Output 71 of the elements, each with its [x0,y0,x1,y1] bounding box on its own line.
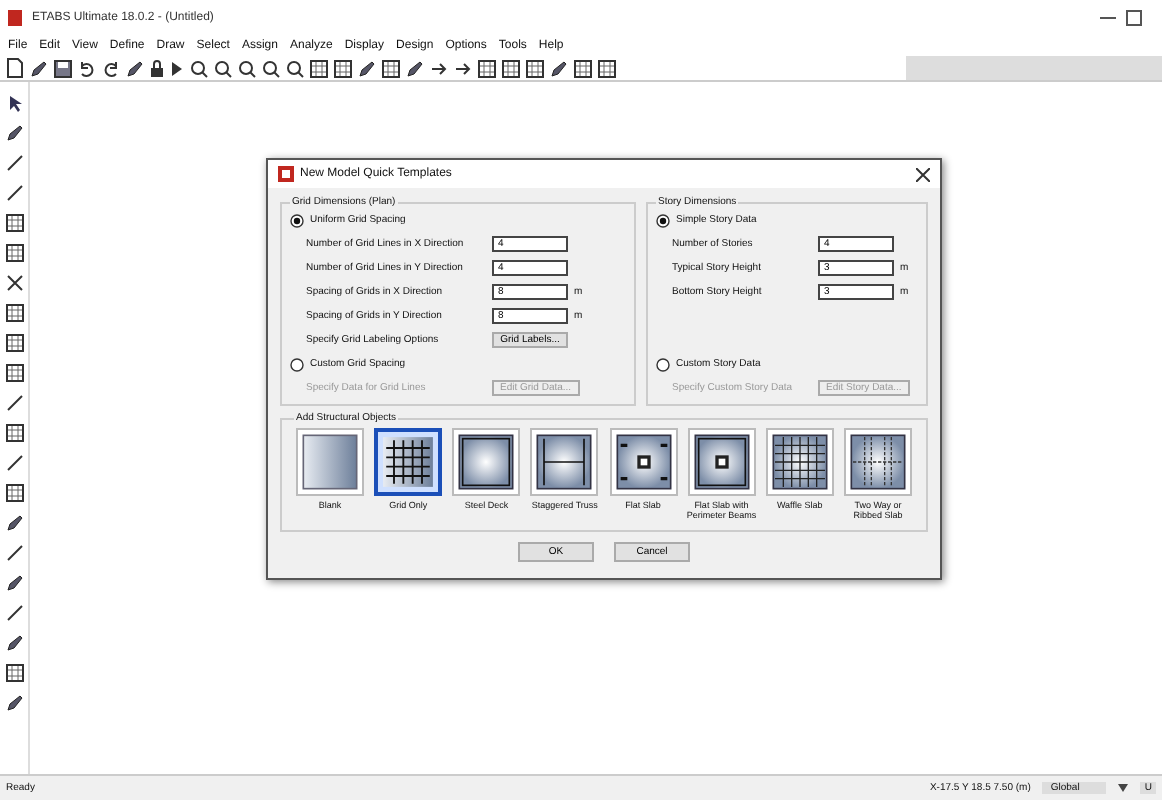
floor-plan-icon [613,432,674,492]
pencil-icon[interactable] [358,59,376,77]
pencil-icon[interactable] [5,634,23,652]
save-icon[interactable] [54,59,72,77]
line-icon[interactable] [5,154,23,172]
close-icon[interactable] [916,167,930,181]
caret-icon[interactable] [1118,784,1129,792]
floor-plan-icon [380,432,437,492]
floor-plan-icon [534,432,595,492]
floor-plan-icon [769,432,830,492]
pencil-icon[interactable] [5,124,23,142]
grid-icon[interactable] [5,214,23,232]
floor-plan-icon [691,432,752,492]
line-icon[interactable] [5,394,23,412]
play-icon[interactable] [170,59,184,77]
grid-icon[interactable] [574,59,592,77]
pencil-icon[interactable] [126,59,144,77]
grid-icon[interactable] [334,59,352,77]
zoom-icon[interactable] [190,59,208,77]
grid-icon[interactable] [478,59,496,77]
redo-icon[interactable] [102,59,120,77]
new-file-icon[interactable] [6,58,24,78]
grid-icon[interactable] [310,59,328,77]
template-button[interactable] [687,428,756,496]
pencil-icon[interactable] [5,694,23,712]
radio-button[interactable] [656,357,670,371]
grid-icon[interactable] [5,424,23,442]
grid-icon[interactable] [5,334,23,352]
radio-button[interactable] [290,357,304,371]
template-button[interactable] [765,428,834,496]
pointer-icon[interactable] [5,94,23,112]
grid-icon[interactable] [598,59,616,77]
pencil-icon[interactable] [550,59,568,77]
app-logo-icon [278,166,294,182]
floor-plan-icon [456,432,517,492]
line-icon[interactable] [5,184,23,202]
zoom-icon[interactable] [214,59,232,77]
template-button[interactable] [374,428,443,496]
zoom-icon[interactable] [262,59,280,77]
radio-button[interactable] [656,213,670,227]
grid-icon[interactable] [5,484,23,502]
pencil-icon[interactable] [5,514,23,532]
pencil-icon[interactable] [5,574,23,592]
arrow-icon[interactable] [454,59,472,77]
line-icon[interactable] [5,544,23,562]
cross-icon[interactable] [5,274,23,292]
zoom-icon[interactable] [238,59,256,77]
template-button[interactable] [609,428,678,496]
template-button[interactable] [452,428,521,496]
line-icon[interactable] [5,454,23,472]
radio-button[interactable] [290,213,304,227]
grid-icon[interactable] [382,59,400,77]
pencil-icon[interactable] [406,59,424,77]
pencil-icon[interactable] [30,59,48,77]
maximize-icon[interactable] [1126,10,1142,26]
grid-icon[interactable] [5,244,23,262]
app-logo-icon [8,10,22,26]
line-icon[interactable] [5,604,23,622]
lock-icon[interactable] [150,59,164,77]
grid-icon[interactable] [502,59,520,77]
grid-icon[interactable] [5,364,23,382]
zoom-icon[interactable] [286,59,304,77]
floor-plan-icon [847,432,908,492]
grid-icon[interactable] [5,664,23,682]
undo-icon[interactable] [78,59,96,77]
arrow-icon[interactable] [430,59,448,77]
grid-icon[interactable] [526,59,544,77]
template-button[interactable] [530,428,599,496]
blank-icon [300,432,360,492]
template-button[interactable] [843,428,912,496]
grid-icon[interactable] [5,304,23,322]
